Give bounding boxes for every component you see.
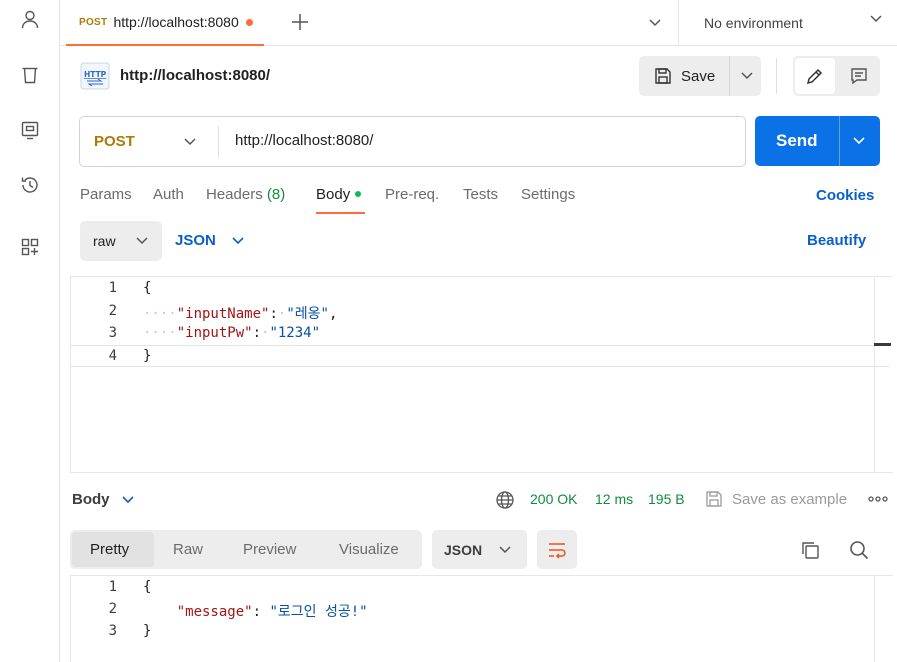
code-line: 3 } xyxy=(108,623,152,639)
save-label: Save xyxy=(681,67,716,85)
tab-pretty[interactable]: Pretty xyxy=(90,541,129,558)
tab-auth[interactable]: Auth xyxy=(153,186,184,203)
beautify-link[interactable]: Beautify xyxy=(807,232,866,249)
cookies-link[interactable]: Cookies xyxy=(816,187,874,204)
chevron-down-icon xyxy=(131,229,153,254)
tab-method: POST xyxy=(79,16,108,28)
save-button[interactable]: Save xyxy=(639,56,761,96)
response-time[interactable]: 12 ms xyxy=(595,491,633,507)
save-dropdown-icon[interactable] xyxy=(736,64,758,89)
tabs-dropdown-icon[interactable] xyxy=(643,10,667,34)
chevron-down-icon xyxy=(869,11,883,28)
chevron-down-icon[interactable] xyxy=(227,229,249,254)
code-line: 2 "message": "로그인 성공!" xyxy=(108,601,368,620)
environment-select[interactable]: No environment xyxy=(678,0,897,46)
active-tab-underline xyxy=(316,212,365,214)
save-as-example-button[interactable]: Save as example xyxy=(732,491,847,508)
editor-scrollbar[interactable] xyxy=(874,277,893,472)
grid-add-icon[interactable] xyxy=(18,235,42,259)
tab-raw[interactable]: Raw xyxy=(173,541,203,558)
send-dropdown-icon[interactable] xyxy=(848,129,870,154)
code-line: 1 { xyxy=(108,579,152,595)
tab-url: http://localhost:8080 xyxy=(113,14,239,30)
more-icon[interactable] xyxy=(867,489,889,512)
current-line-highlight xyxy=(70,345,890,367)
response-view-tabs: Pretty Raw Preview Visualize xyxy=(70,530,422,569)
body-language-select[interactable]: JSON xyxy=(175,232,216,249)
request-title[interactable]: http://localhost:8080/ xyxy=(120,67,270,84)
tab-visualize[interactable]: Visualize xyxy=(339,541,399,558)
send-label: Send xyxy=(776,131,818,150)
save-example-icon xyxy=(704,489,724,512)
viewer-scrollbar[interactable] xyxy=(874,576,893,662)
chevron-down-icon xyxy=(494,538,516,563)
environment-label: No environment xyxy=(704,15,803,31)
code-line: 2 ····"inputName":·"레옹", xyxy=(108,303,338,322)
trash-icon[interactable] xyxy=(18,63,42,87)
chevron-down-icon[interactable] xyxy=(179,130,201,155)
response-section-select[interactable]: Body xyxy=(72,491,110,508)
body-mode-select[interactable]: raw xyxy=(80,221,162,261)
response-language-select[interactable]: JSON xyxy=(432,530,527,569)
wrap-icon[interactable] xyxy=(537,530,577,569)
tab-prereq[interactable]: Pre-req. xyxy=(385,186,439,203)
tab-body[interactable]: Body xyxy=(316,186,362,203)
monitor-icon[interactable] xyxy=(18,118,42,142)
tab-headers[interactable]: Headers (8) xyxy=(206,186,285,203)
comment-icon[interactable] xyxy=(841,58,877,94)
tab-settings[interactable]: Settings xyxy=(521,186,575,203)
scroll-cursor-marker xyxy=(874,343,891,346)
search-icon[interactable] xyxy=(848,539,870,564)
url-bar: POST http://localhost:8080/ xyxy=(79,116,746,167)
body-indicator-dot xyxy=(355,191,362,198)
svg-text:HTTP: HTTP xyxy=(84,70,107,79)
http-icon: HTTP xyxy=(80,62,110,90)
user-icon[interactable] xyxy=(18,7,42,31)
request-tab[interactable]: POST http://localhost:8080 xyxy=(66,0,264,46)
left-rail xyxy=(0,0,60,662)
status-code[interactable]: 200 OK xyxy=(530,491,577,507)
code-line: 1 { xyxy=(108,280,152,296)
pencil-icon[interactable] xyxy=(795,58,835,94)
chevron-down-icon[interactable] xyxy=(118,489,138,512)
url-input[interactable]: http://localhost:8080/ xyxy=(235,132,373,149)
new-tab-icon[interactable] xyxy=(288,10,312,34)
globe-icon[interactable] xyxy=(495,490,515,513)
code-line: 3 ····"inputPw":·"1234" xyxy=(108,325,321,341)
headers-count: (8) xyxy=(266,186,286,203)
unsaved-dot xyxy=(245,18,253,26)
tab-tests[interactable]: Tests xyxy=(463,186,498,203)
response-body-viewer[interactable]: 1 { 2 "message": "로그인 성공!" 3 } xyxy=(70,575,893,662)
tab-strip: POST http://localhost:8080 No environmen… xyxy=(60,0,897,46)
response-size[interactable]: 195 B xyxy=(648,491,685,507)
send-button[interactable]: Send xyxy=(755,116,880,166)
tab-params[interactable]: Params xyxy=(80,186,132,203)
history-icon[interactable] xyxy=(18,173,42,197)
edit-comment-group xyxy=(793,56,880,96)
request-body-editor[interactable]: 1 { 2 ····"inputName":·"레옹", 3 ····"inpu… xyxy=(70,276,893,473)
save-icon xyxy=(653,66,673,86)
tab-preview[interactable]: Preview xyxy=(243,541,296,558)
copy-icon[interactable] xyxy=(799,539,821,564)
method-select[interactable]: POST xyxy=(94,133,135,150)
